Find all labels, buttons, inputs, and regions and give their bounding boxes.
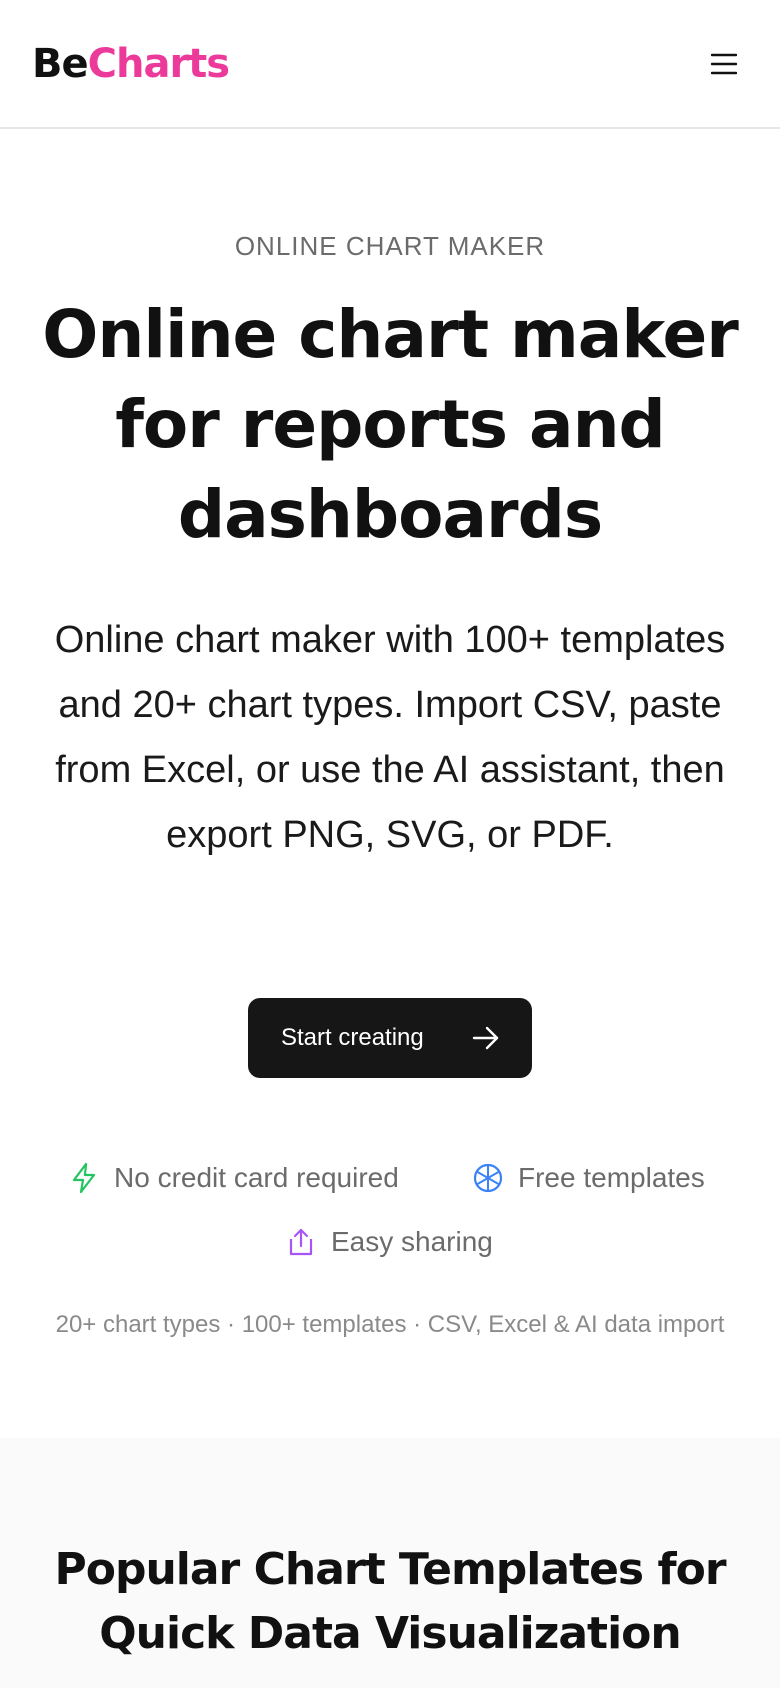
hero-title: Online chart maker for reports and dashb… — [42, 296, 739, 553]
feature-label: Easy sharing — [331, 1226, 493, 1257]
hero-eyebrow: ONLINE CHART MAKER — [234, 231, 546, 261]
feature-label: No credit card required — [114, 1162, 399, 1193]
stats-line: 20+ chart types · 100+ templates · CSV, … — [55, 1311, 725, 1338]
logo-part-charts: Charts — [87, 41, 230, 87]
arrow-right-icon — [472, 1026, 499, 1050]
templates-section: Popular Chart Templates for Quick Data V… — [0, 1438, 780, 1688]
start-creating-label: Start creating — [281, 1024, 424, 1051]
menu-button[interactable] — [706, 46, 742, 82]
templates-section-title: Popular Chart Templates for Quick Data V… — [54, 1544, 726, 1659]
feature-free-templates: Free templates — [472, 1158, 705, 1198]
feature-easy-sharing: Easy sharing — [285, 1222, 493, 1262]
logo-part-be: Be — [32, 41, 89, 87]
aperture-icon — [472, 1162, 504, 1194]
lightning-icon — [68, 1162, 100, 1194]
hero-description: Online chart maker with 100+ templates a… — [54, 619, 726, 856]
logo[interactable]: BeCharts — [32, 40, 230, 88]
feature-label: Free templates — [518, 1162, 705, 1193]
feature-no-credit-card: No credit card required — [68, 1158, 399, 1198]
share-icon — [285, 1226, 317, 1258]
start-creating-button[interactable]: Start creating — [248, 998, 532, 1078]
menu-icon — [711, 53, 737, 75]
site-header: BeCharts — [0, 0, 780, 129]
